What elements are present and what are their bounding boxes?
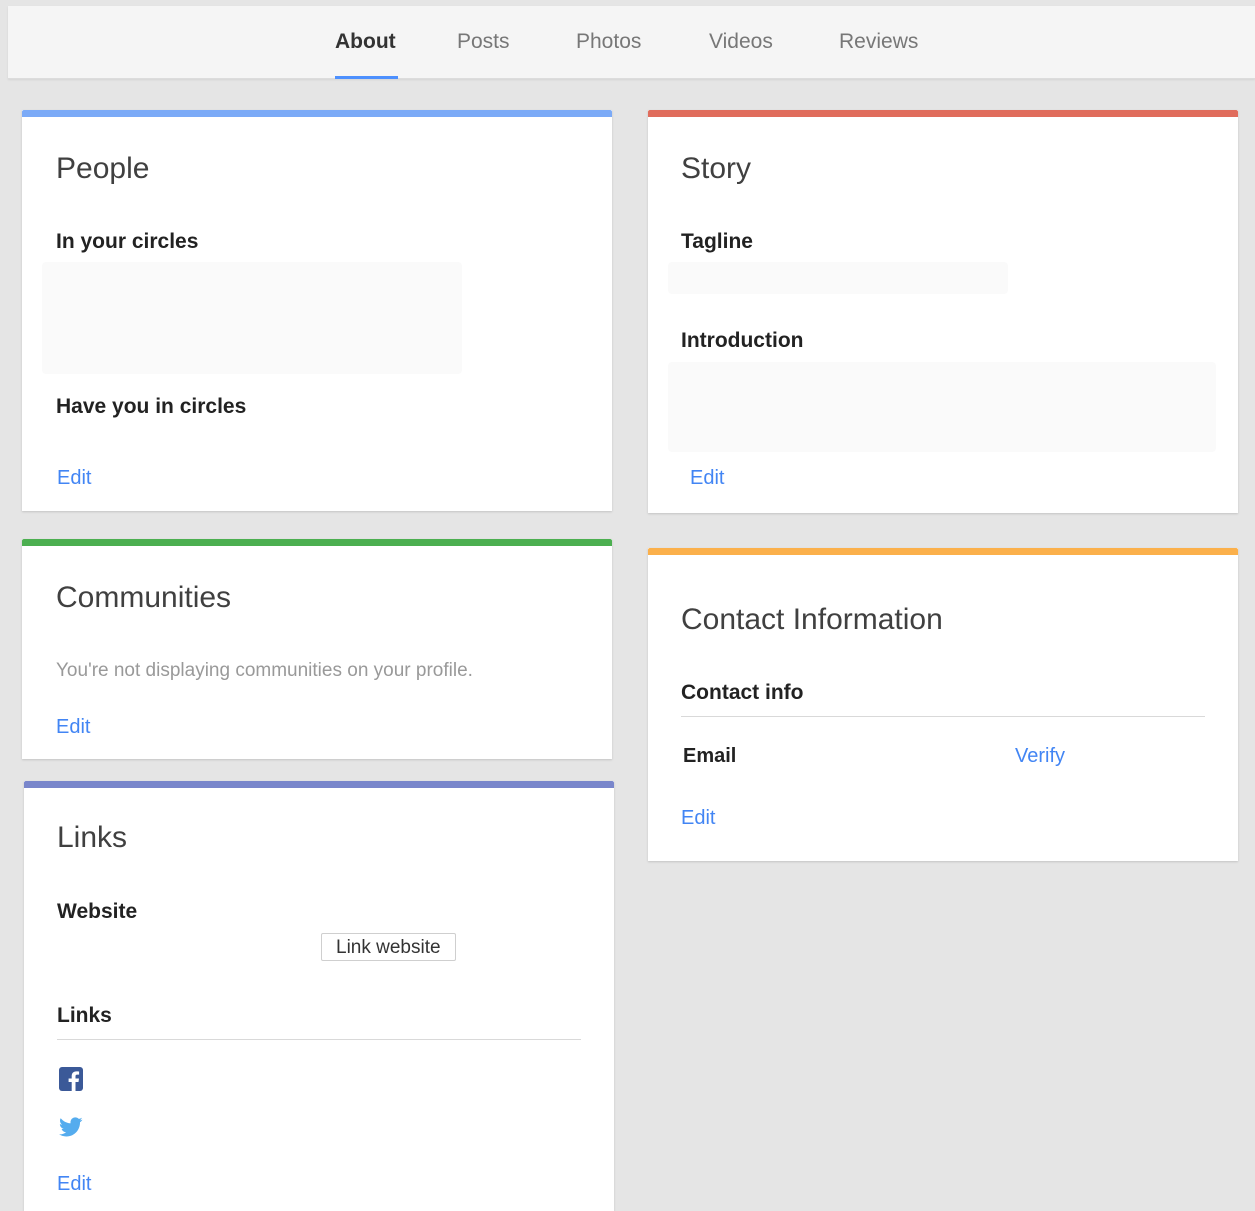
communities-edit-link[interactable]: Edit [56, 716, 90, 739]
introduction-label: Introduction [681, 329, 804, 352]
people-card-title: People [56, 152, 150, 185]
profile-tab-bar: About Posts Photos Videos Reviews [8, 6, 1255, 79]
links-card-stripe [24, 781, 614, 788]
contact-info-label: Contact info [681, 681, 804, 704]
links-section-label: Links [57, 1004, 112, 1027]
active-tab-indicator [335, 76, 398, 79]
email-label: Email [683, 745, 737, 767]
story-card: Story Tagline Introduction Edit [648, 110, 1238, 513]
links-edit-link[interactable]: Edit [57, 1173, 91, 1196]
website-label: Website [57, 900, 138, 923]
redacted-region [668, 262, 1008, 294]
links-card: Links Website Link website Links Edit [24, 781, 614, 1211]
verify-email-link[interactable]: Verify [1015, 745, 1065, 768]
tab-reviews[interactable]: Reviews [839, 30, 918, 54]
communities-card-stripe [22, 539, 612, 546]
contact-edit-link[interactable]: Edit [681, 807, 715, 830]
communities-card-title: Communities [56, 581, 232, 614]
communities-empty-message: You're not displaying communities on you… [56, 660, 473, 681]
have-you-in-circles-label: Have you in circles [56, 395, 247, 418]
tab-posts[interactable]: Posts [457, 30, 510, 54]
tab-videos[interactable]: Videos [709, 30, 773, 54]
communities-card: Communities You're not displaying commun… [22, 539, 612, 759]
people-card: People In your circles Have you in circl… [22, 110, 612, 511]
facebook-icon[interactable] [59, 1067, 83, 1091]
tab-photos[interactable]: Photos [576, 30, 641, 54]
contact-card-title: Contact Information [681, 603, 943, 636]
story-card-title: Story [681, 152, 752, 185]
tab-about[interactable]: About [335, 30, 396, 54]
story-edit-link[interactable]: Edit [690, 467, 724, 490]
contact-card-stripe [648, 548, 1238, 555]
redacted-region [668, 362, 1216, 452]
twitter-icon[interactable] [58, 1115, 83, 1139]
redacted-region [42, 262, 462, 374]
links-card-title: Links [57, 821, 128, 854]
in-your-circles-label: In your circles [56, 230, 199, 253]
story-card-stripe [648, 110, 1238, 117]
links-divider [57, 1039, 581, 1040]
contact-card: Contact Information Contact info Email V… [648, 548, 1238, 861]
people-card-stripe [22, 110, 612, 117]
contact-divider [681, 716, 1205, 717]
link-website-button[interactable]: Link website [321, 933, 456, 961]
people-edit-link[interactable]: Edit [57, 467, 91, 490]
tagline-label: Tagline [681, 230, 753, 253]
